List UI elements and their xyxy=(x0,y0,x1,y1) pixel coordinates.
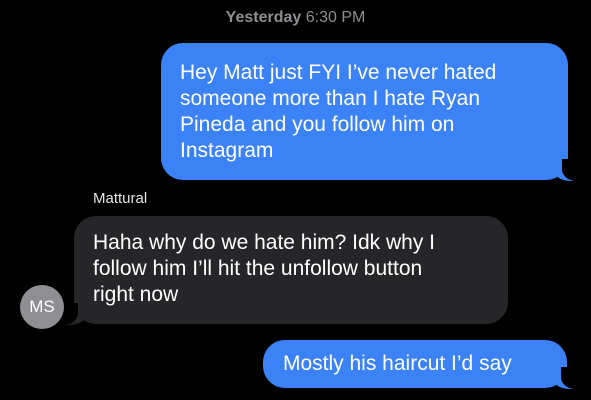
message-line: someone more than I hate Ryan xyxy=(180,87,481,110)
contact-avatar[interactable]: MS xyxy=(20,285,64,329)
timestamp-day: Yesterday xyxy=(225,9,302,26)
outgoing-message-bubble[interactable]: Mostly his haircut I’d say xyxy=(263,340,567,388)
incoming-bubble-tail xyxy=(62,303,88,325)
sender-name: Mattural xyxy=(93,190,148,207)
message-line: Mostly his haircut I’d say xyxy=(283,352,512,375)
outgoing-message-bubble[interactable]: Hey Matt just FYI I’ve never hated someo… xyxy=(161,43,568,180)
timestamp-time: 6:30 PM xyxy=(305,9,366,26)
message-line: follow him I’ll hit the unfollow button xyxy=(93,257,423,280)
message-line: Instagram xyxy=(180,139,274,162)
conversation-timestamp: Yesterday 6:30 PM xyxy=(0,9,591,27)
message-line: Hey Matt just FYI I’ve never hated xyxy=(180,61,497,84)
outgoing-bubble-tail xyxy=(551,367,577,389)
message-line: Pineda and you follow him on xyxy=(180,113,455,136)
incoming-message-bubble[interactable]: Haha why do we hate him? Idk why I follo… xyxy=(74,216,508,324)
message-line: right now xyxy=(93,283,179,306)
message-line: Haha why do we hate him? Idk why I xyxy=(93,231,436,254)
outgoing-bubble-tail xyxy=(552,159,578,181)
